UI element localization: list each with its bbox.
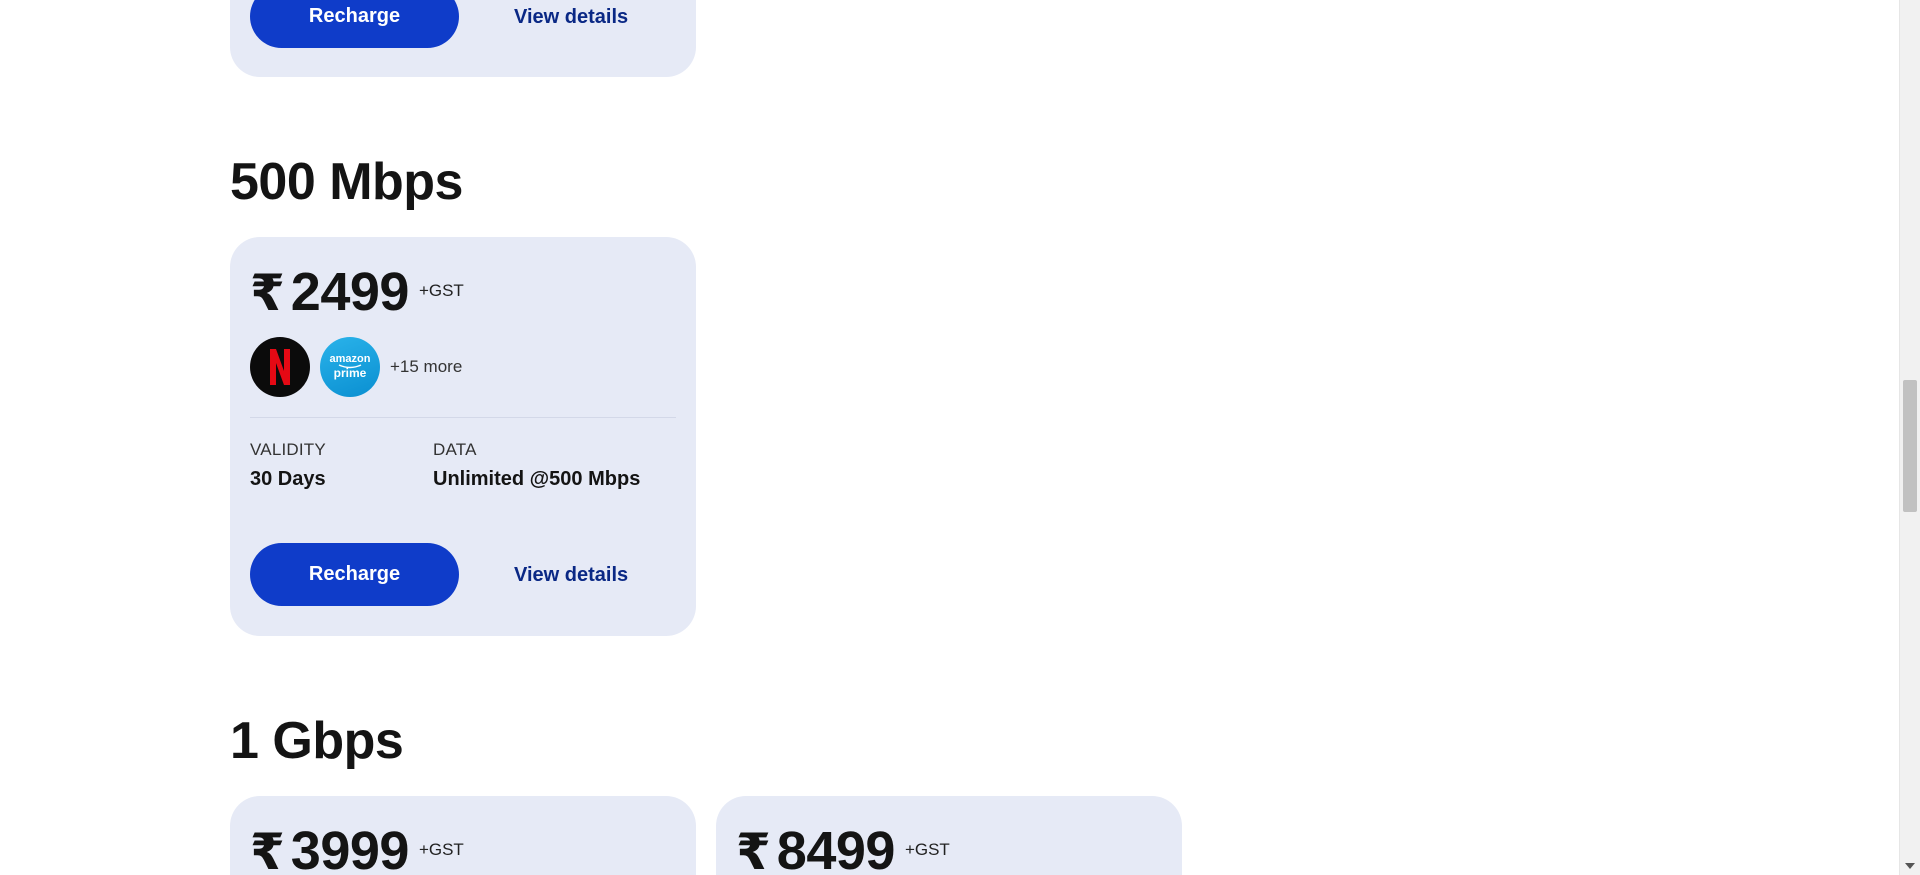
divider <box>250 417 676 418</box>
price-amount: 2499 <box>290 262 410 322</box>
data-spec: DATA Unlimited @500 Mbps <box>433 440 640 491</box>
validity-value: 30 Days <box>250 468 326 490</box>
plan-card-3999: ₹ 3999 +GST <box>230 796 696 875</box>
svg-text:prime: prime <box>334 366 367 380</box>
scroll-down-arrow-icon[interactable] <box>1905 863 1915 869</box>
price: ₹ 8499 +GST <box>736 820 950 875</box>
gst-label: +GST <box>418 281 464 300</box>
more-benefits[interactable]: +15 more <box>390 357 462 377</box>
section-title-500mbps: 500 Mbps <box>230 153 463 211</box>
validity-label: VALIDITY <box>250 440 326 459</box>
price: ₹ 2499 +GST <box>250 261 464 323</box>
netflix-logo-icon <box>250 337 310 397</box>
plan-card-previous: Recharge View details <box>230 0 696 77</box>
plan-card-8499: ₹ 8499 +GST <box>716 796 1182 875</box>
gst-label: +GST <box>418 840 464 859</box>
currency-symbol: ₹ <box>250 824 285 875</box>
price-amount: 3999 <box>290 821 410 875</box>
price: ₹ 3999 +GST <box>250 820 464 875</box>
page: Recharge View details 500 Mbps ₹ 2499 +G… <box>0 0 1920 875</box>
section-title-1gbps: 1 Gbps <box>230 712 404 770</box>
validity-spec: VALIDITY 30 Days <box>250 440 326 491</box>
amazon-prime-logo-icon: amazon prime <box>320 337 380 397</box>
svg-text:amazon: amazon <box>330 353 371 365</box>
price-amount: 8499 <box>776 821 896 875</box>
scrollbar-thumb[interactable] <box>1903 380 1917 512</box>
currency-symbol: ₹ <box>250 265 285 321</box>
currency-symbol: ₹ <box>736 824 771 875</box>
data-label: DATA <box>433 440 477 459</box>
recharge-button[interactable]: Recharge <box>250 543 459 606</box>
ott-benefits: amazon prime +15 more <box>250 337 462 397</box>
gst-label: +GST <box>904 840 950 859</box>
plan-card-2499: ₹ 2499 +GST amazon prime +15 more VALIDI… <box>230 237 696 636</box>
vertical-scrollbar[interactable] <box>1899 0 1920 875</box>
data-value: Unlimited @500 Mbps <box>433 468 641 490</box>
view-details-link[interactable]: View details <box>514 6 628 29</box>
view-details-link[interactable]: View details <box>514 564 628 587</box>
recharge-button[interactable]: Recharge <box>250 0 459 48</box>
